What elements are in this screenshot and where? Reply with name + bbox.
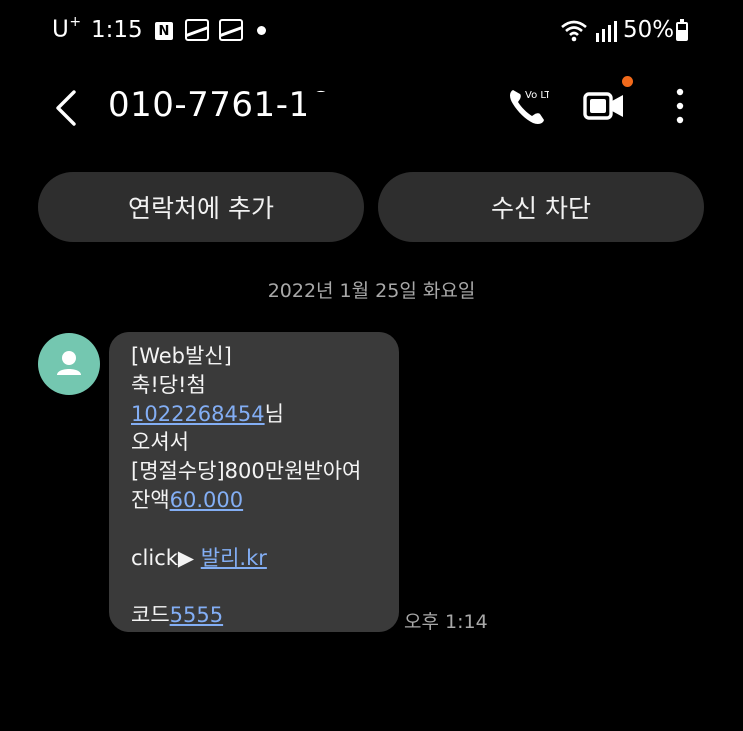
avatar[interactable] xyxy=(38,333,100,395)
conversation-date: 2022년 1월 25일 화요일 xyxy=(267,280,476,302)
contact-number-title: 010-7761-19 xyxy=(108,85,333,125)
msg-line-2: 축!당!첨 xyxy=(131,372,206,397)
msg-line-1: [Web발신] xyxy=(131,344,232,368)
more-notifications-dot-icon xyxy=(257,26,266,35)
url-link[interactable]: 발리.kr xyxy=(201,546,267,570)
msg-line-3-suffix: 님 xyxy=(264,401,284,426)
svg-text:Vo LTE: Vo LTE xyxy=(525,90,549,101)
notification-dot xyxy=(622,76,633,87)
payco-notification-icon xyxy=(185,19,209,41)
phone-number-link[interactable]: 1022268454 xyxy=(131,402,265,426)
status-time: 1:15 xyxy=(91,17,143,43)
wifi-signal-icon xyxy=(561,20,617,42)
more-options-icon[interactable] xyxy=(670,88,690,124)
balance-link[interactable]: 60.000 xyxy=(170,488,243,512)
video-call-icon[interactable] xyxy=(582,84,626,128)
msg-line-8-prefix: 코드 xyxy=(131,603,170,628)
add-contact-button[interactable]: 연락처에 추가 xyxy=(38,172,364,242)
back-arrow-icon[interactable] xyxy=(52,90,82,126)
carrier-label: U+ xyxy=(52,14,82,43)
msg-line-4: 오셔서 xyxy=(131,430,189,455)
battery-icon xyxy=(676,19,688,41)
battery-percentage: 50% xyxy=(623,17,675,43)
redaction-mask xyxy=(306,92,358,122)
person-icon xyxy=(57,351,81,375)
message-text: [Web발신] 축!당!첨 1022268454님 오셔서 [명절수당]800만… xyxy=(131,342,361,630)
block-number-button[interactable]: 수신 차단 xyxy=(378,172,704,242)
payco-notification-icon-2 xyxy=(219,19,243,41)
msg-line-6-prefix: 잔액 xyxy=(131,487,170,512)
message-timestamp: 오후 1:14 xyxy=(404,611,488,633)
code-link[interactable]: 5555 xyxy=(170,603,223,627)
msg-line-7-prefix: click▶ xyxy=(131,545,201,570)
voice-call-icon[interactable]: Vo LTE xyxy=(505,84,549,128)
naver-notification-icon: N xyxy=(155,22,173,40)
msg-line-5: [명절수당]800만원받아여 xyxy=(131,459,362,484)
